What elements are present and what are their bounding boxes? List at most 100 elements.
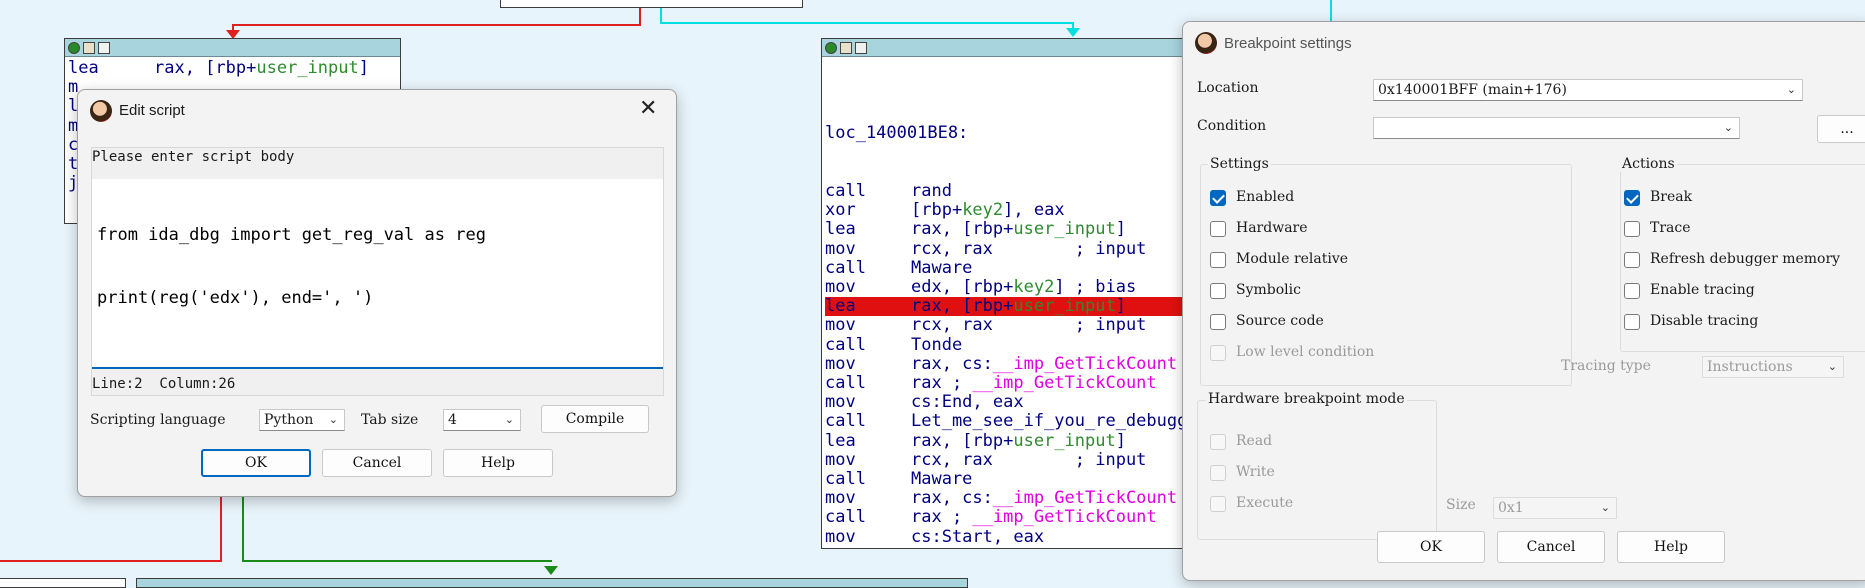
mnemonic: call [825, 373, 866, 394]
edge-red-top-h [232, 24, 641, 26]
node-color-icon[interactable] [825, 41, 837, 54]
breakpoint-settings-dialog: Breakpoint settings Location 0x140001BFF… [1182, 21, 1865, 581]
checkbox-break[interactable] [1624, 190, 1640, 206]
comment: ; input [992, 238, 1147, 259]
compile-button[interactable]: Compile [541, 405, 649, 433]
node-graph-icon[interactable] [855, 41, 867, 54]
mnemonic: xor [825, 200, 856, 221]
checkbox-label: Disable tracing [1650, 313, 1759, 329]
dialog-title: Edit script [119, 102, 185, 119]
operands: rax, [rbp+ [911, 219, 1014, 240]
condition-more-button[interactable]: ... [1817, 115, 1865, 143]
edge-green-arrow [544, 566, 558, 575]
help-button[interactable]: Help [443, 449, 553, 477]
chevron-down-icon: ⌄ [1827, 360, 1837, 373]
checkbox-label: Refresh debugger memory [1650, 251, 1841, 267]
checkbox-symbolic[interactable] [1210, 283, 1226, 299]
operands: rcx, rax [911, 238, 993, 259]
checkbox-label: Low level condition [1236, 344, 1375, 360]
graph-node-bottom-left[interactable] [0, 578, 126, 588]
asm-line[interactable]: mov cs:Start, eax [825, 527, 1190, 547]
ok-button[interactable]: OK [1377, 531, 1485, 563]
node-color-icon[interactable] [68, 41, 80, 54]
cursor-position-status: Line:2 Column:26 [92, 376, 236, 392]
mnemonic: mov [825, 315, 856, 336]
operands: Tonde [911, 334, 963, 355]
asm-line[interactable]: call Let_me_see_if_you_re_debugging [825, 412, 1190, 431]
cancel-button[interactable]: Cancel [1497, 531, 1605, 563]
ida-icon [90, 100, 112, 122]
scripting-language-select[interactable]: Python ⌄ [259, 409, 345, 431]
checkbox-trace[interactable] [1624, 221, 1640, 237]
mnemonic: mov [825, 449, 856, 470]
node-edit-icon[interactable] [83, 41, 95, 54]
operand-end: ] [1115, 296, 1126, 317]
operand-end: ] [1054, 277, 1065, 298]
checkbox-enabled[interactable] [1210, 190, 1226, 206]
select-value: Python [264, 412, 314, 428]
node-edit-icon[interactable] [840, 41, 852, 54]
mnemonic: call [825, 507, 866, 528]
asm-line[interactable]: mov rcx, rax ; input [825, 449, 1190, 470]
ok-button[interactable]: OK [201, 449, 311, 477]
checkbox-hardware[interactable] [1210, 221, 1226, 237]
asm-line[interactable]: xor [rbp+key2], eax [825, 201, 1190, 220]
operand-symbol: key2 [962, 200, 1004, 221]
chevron-down-icon: ⌄ [1786, 83, 1796, 96]
asm-line[interactable]: call rand [825, 181, 1190, 201]
condition-label: Condition [1197, 118, 1267, 134]
node-graph-icon[interactable] [98, 41, 110, 54]
loc-label: loc_140001BE8: [825, 123, 969, 144]
checkbox-label: Write [1236, 464, 1275, 480]
checkbox-enable-tracing[interactable] [1624, 283, 1640, 299]
script-editor[interactable]: from ida_dbg import get_reg_val as reg p… [92, 179, 663, 369]
mnemonic: call [825, 334, 866, 355]
asm-line[interactable]: call rax ; __imp_GetTickCount [825, 373, 1190, 394]
asm-line[interactable]: mov rax, cs:__imp_GetTickCount [825, 354, 1190, 374]
hw-mode-title: Hardware breakpoint mode [1206, 391, 1407, 407]
checkbox-refresh-debugger-memory[interactable] [1624, 252, 1640, 268]
tracing-type-select[interactable]: Instructions ⌄ [1702, 356, 1844, 378]
graph-node-bottom-mid[interactable] [136, 578, 968, 588]
asm-line-breakpoint[interactable]: lea rax, [rbp+user_input] [825, 296, 1190, 317]
asm-line[interactable]: lea rax, [rbp+user_input] [825, 430, 1190, 451]
checkbox-source-code[interactable] [1210, 314, 1226, 330]
operand-symbol: __imp_GetTickCount [992, 488, 1178, 509]
operand-end: ] [1115, 430, 1126, 451]
checkbox-disable-tracing[interactable] [1624, 314, 1640, 330]
select-value: 4 [448, 412, 457, 428]
edge-cyan-right-v [1330, 0, 1332, 22]
asm-line[interactable]: lea rax, [rbp+user_input] [825, 220, 1190, 239]
asm-line[interactable]: mov cs:End, eax [825, 393, 1190, 412]
chevron-down-icon: ⌄ [504, 413, 514, 426]
asm-line[interactable]: mov rcx, rax ; input [825, 316, 1190, 335]
operand-symbol: user_input [1013, 219, 1116, 240]
location-select[interactable]: 0x140001BFF (main+176) ⌄ [1373, 79, 1803, 101]
operand-end: ], eax [1003, 200, 1065, 221]
condition-select[interactable]: ⌄ [1373, 117, 1740, 139]
edge-green-h [242, 560, 552, 562]
size-select[interactable]: 0x1 ⌄ [1493, 497, 1617, 519]
location-label: Location [1197, 80, 1259, 96]
select-value: Instructions [1707, 359, 1793, 375]
asm-line[interactable]: call rax ; __imp_GetTickCount [825, 508, 1190, 527]
edge-green-v [242, 490, 244, 562]
asm-line[interactable]: call Maware [825, 469, 1190, 489]
asm-line[interactable]: call Tonde [825, 334, 1190, 355]
graph-node-top[interactable] [500, 0, 803, 8]
asm-listing-right: call rand xor [rbp+key2], eax lea rax, [rbp+u… [822, 181, 1190, 547]
graph-node-right[interactable]: loc_140001BE8: call rand xor [rbp+key2], ea… [821, 38, 1191, 549]
help-button[interactable]: Help [1617, 531, 1725, 563]
tab-size-select[interactable]: 4 ⌄ [443, 409, 521, 431]
mnemonic: mov [825, 488, 856, 509]
asm-line[interactable]: mov rax, cs:__imp_GetTickCount [825, 489, 1190, 508]
asm-line[interactable]: call Maware [825, 258, 1190, 278]
actions-title: Actions [1620, 156, 1677, 172]
asm-line[interactable]: mov rcx, rax ; input [825, 238, 1190, 259]
checkbox-module-relative[interactable] [1210, 252, 1226, 268]
close-icon[interactable]: ✕ [639, 96, 657, 121]
asm-line[interactable]: mov edx, [rbp+key2] ; bias [825, 277, 1190, 298]
checkbox-label: Source code [1236, 313, 1324, 329]
scripting-language-label: Scripting language [90, 412, 226, 428]
cancel-button[interactable]: Cancel [322, 449, 432, 477]
